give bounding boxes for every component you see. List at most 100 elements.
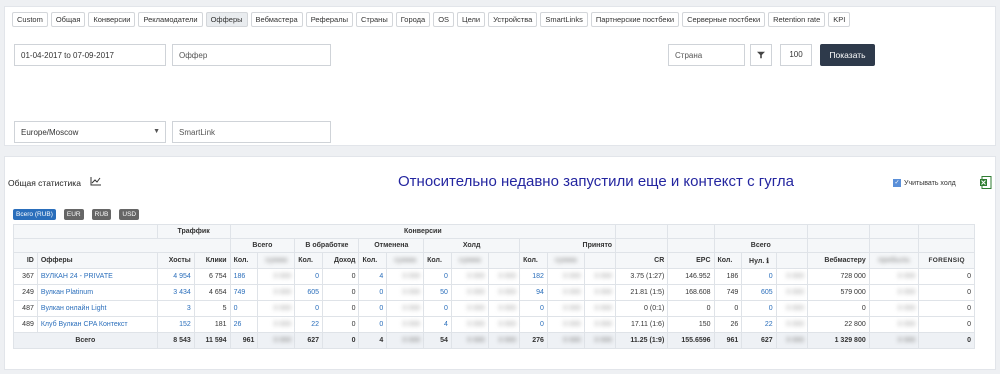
proc-income-value: 0 [322, 316, 360, 333]
total-qty-value[interactable]: 0 [229, 300, 259, 317]
proc-qty-value[interactable]: 22 [294, 316, 324, 333]
blurred-cell: 0 000 [868, 268, 920, 285]
col-canc-qty[interactable]: Кол. [358, 252, 388, 269]
tab-10[interactable]: Цели [457, 12, 486, 27]
canc-qty-value[interactable]: 4 [358, 268, 388, 285]
col-blurred [775, 252, 808, 269]
canc-qty-value[interactable]: 0 [358, 300, 388, 317]
col-forensiq[interactable]: FORENSIQ [918, 252, 975, 269]
all-nul-value[interactable]: 0 [741, 268, 777, 285]
filter-button[interactable] [750, 44, 772, 66]
blurred-value: 0 000 [498, 305, 517, 312]
chevron-down-icon: ▼ [153, 128, 160, 135]
tab-3[interactable]: Рекламодатели [138, 12, 203, 27]
col-hold-qty[interactable]: Кол. [423, 252, 452, 269]
tab-8[interactable]: Города [395, 12, 431, 27]
offer-link[interactable]: Вулкан онлайн Light [36, 300, 158, 317]
canc-qty-value[interactable]: 0 [358, 284, 388, 301]
hold-qty-value[interactable]: 0 [423, 300, 452, 317]
proc-qty-value[interactable]: 0 [294, 300, 324, 317]
total-qty-value[interactable]: 749 [229, 284, 259, 301]
blurred-value: 0 000 [563, 337, 581, 344]
hosts-value[interactable]: 152 [156, 316, 195, 333]
blurred-cell: 0 000 [775, 300, 808, 317]
acc-qty-value[interactable]: 0 [519, 316, 548, 333]
col-hosts[interactable]: Хосты [156, 252, 195, 269]
offer-link[interactable]: Клуб Вулкан CPA Контекст [36, 316, 158, 333]
tab-11[interactable]: Устройства [488, 12, 538, 27]
tab-14[interactable]: Серверные постбеки [682, 12, 766, 27]
all-nul-value[interactable]: 605 [741, 284, 777, 301]
proc-qty-value[interactable]: 0 [294, 268, 324, 285]
canc-qty-value: 4 [358, 332, 388, 349]
col-epc[interactable]: EPC [667, 252, 715, 269]
col-clicks[interactable]: Клики [193, 252, 231, 269]
blurred-value: 0 000 [467, 273, 485, 280]
col-acc-qty[interactable]: Кол. [519, 252, 548, 269]
tab-7[interactable]: Страны [355, 12, 393, 27]
col-webmaster[interactable]: Вебмастеру [806, 252, 870, 269]
country-input[interactable]: Страна [668, 44, 745, 66]
hold-qty-value[interactable]: 0 [423, 268, 452, 285]
blurred-cell: 0 000 [450, 300, 489, 317]
currency-button-1[interactable]: EUR [63, 209, 84, 220]
tab-16[interactable]: KPI [828, 12, 851, 27]
offer-input[interactable]: Оффер [172, 44, 331, 66]
currency-button-0[interactable]: Всего (RUB) [13, 209, 56, 220]
all-nul-value[interactable]: 0 [741, 300, 777, 317]
currency-button-2[interactable]: RUB [91, 209, 112, 220]
excel-export-icon[interactable] [980, 176, 992, 189]
acc-qty-value[interactable]: 0 [519, 300, 548, 317]
tab-1[interactable]: Общая [50, 12, 86, 27]
col-blurred: прибыль [868, 252, 920, 269]
offer-link[interactable]: ВУЛКАН 24 - PRIVATE [36, 268, 158, 285]
date-range-input[interactable]: 01-04-2017 to 07-09-2017 [14, 44, 166, 66]
hold-checkbox[interactable]: ✓ Учитывать холд [893, 179, 956, 187]
acc-qty-value[interactable]: 182 [519, 268, 548, 285]
hosts-value[interactable]: 3 434 [156, 284, 195, 301]
tab-9[interactable]: OS [433, 12, 455, 27]
hosts-value[interactable]: 3 [156, 300, 195, 317]
col-proc-qty[interactable]: Кол. [294, 252, 324, 269]
show-button[interactable]: Показать [820, 44, 875, 66]
offer-link[interactable]: Вулкан Platinum [36, 284, 158, 301]
tab-2[interactable]: Конверсии [88, 12, 136, 27]
proc-qty-value[interactable]: 605 [294, 284, 324, 301]
hold-qty-value[interactable]: 50 [423, 284, 452, 301]
rows-count-input[interactable]: 100 [780, 44, 812, 66]
col-total-qty[interactable]: Кол. [229, 252, 259, 269]
col-all-qty[interactable]: Кол. [713, 252, 743, 269]
acc-qty-value[interactable]: 94 [519, 284, 548, 301]
header-empty [806, 238, 870, 253]
clicks-value: 6 754 [193, 268, 231, 285]
cr-value: 21.81 (1:5) [615, 284, 669, 301]
all-nul-value[interactable]: 22 [741, 316, 777, 333]
currency-button-3[interactable]: USD [119, 209, 140, 220]
tab-6[interactable]: Рефералы [305, 12, 353, 27]
chart-icon[interactable] [90, 176, 102, 186]
blurred-value: 0 000 [273, 273, 292, 280]
col-offers[interactable]: Офферы [36, 252, 158, 269]
col-all-nul[interactable]: Нул. ℹ [741, 252, 777, 269]
all-nul-value: 627 [741, 332, 777, 349]
tab-0[interactable]: Custom [12, 12, 48, 27]
hosts-value[interactable]: 4 954 [156, 268, 195, 285]
col-id[interactable]: ID [13, 252, 38, 269]
total-qty-value[interactable]: 186 [229, 268, 259, 285]
col-cr[interactable]: CR [615, 252, 669, 269]
smartlink-input[interactable]: SmartLink [172, 121, 331, 143]
epc-value: 168.608 [667, 284, 715, 301]
hold-qty-value[interactable]: 4 [423, 316, 452, 333]
col-proc-income[interactable]: Доход [322, 252, 360, 269]
tab-4[interactable]: Офферы [205, 12, 248, 27]
timezone-select[interactable]: Europe/Moscow ▼ [14, 121, 166, 143]
canc-qty-value[interactable]: 0 [358, 316, 388, 333]
stats-table: Траффик Конверсии Всего В обработке Отме… [13, 224, 975, 349]
tab-5[interactable]: Вебмастера [250, 12, 303, 27]
tab-13[interactable]: Партнерские постбеки [590, 12, 680, 27]
total-qty-value[interactable]: 26 [229, 316, 259, 333]
header-accepted: Принято [519, 238, 617, 253]
tab-12[interactable]: SmartLinks [540, 12, 588, 27]
tab-15[interactable]: Retention rate [768, 12, 826, 27]
blurred-value: 0 000 [897, 305, 916, 312]
